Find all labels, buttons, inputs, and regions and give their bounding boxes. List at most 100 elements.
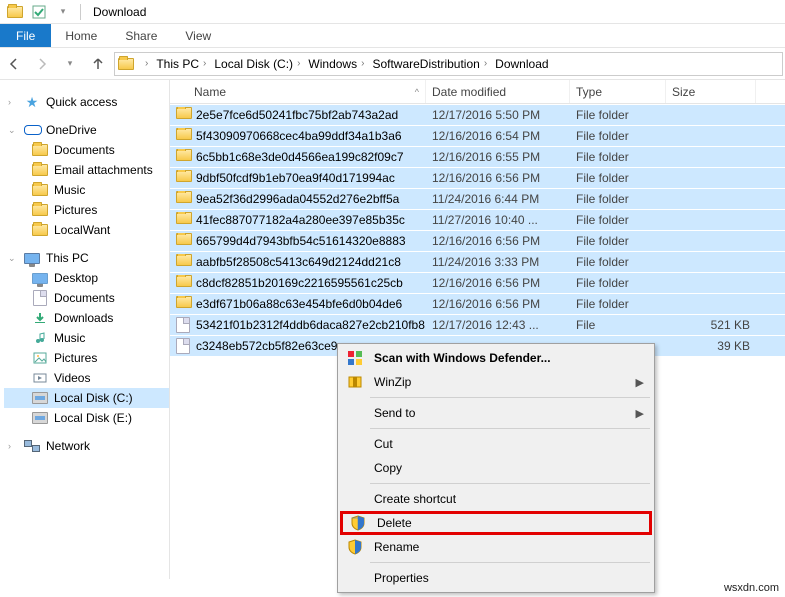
sidebar-onedrive-documents[interactable]: Documents	[4, 140, 169, 160]
menu-properties[interactable]: Properties	[340, 566, 652, 590]
star-icon: ★	[24, 94, 40, 110]
crumb-sd[interactable]: SoftwareDistribution›	[368, 53, 491, 75]
sidebar-desktop[interactable]: Desktop	[4, 268, 169, 288]
file-icon	[176, 338, 192, 354]
disk-icon	[32, 410, 48, 426]
qat-folder-icon[interactable]	[4, 1, 26, 23]
table-row[interactable]: 53421f01b2312f4ddb6daca827e2cb210fb8...1…	[170, 314, 785, 335]
folder-icon	[32, 182, 48, 198]
folder-icon	[176, 170, 192, 186]
menu-copy[interactable]: Copy	[340, 456, 652, 480]
sidebar-videos[interactable]: Videos	[4, 368, 169, 388]
sidebar-onedrive-music[interactable]: Music	[4, 180, 169, 200]
videos-icon	[32, 370, 48, 386]
tab-home[interactable]: Home	[51, 24, 111, 47]
submenu-arrow-icon: ▶	[636, 407, 644, 420]
folder-icon	[176, 233, 192, 249]
sidebar-local-disk-e[interactable]: Local Disk (E:)	[4, 408, 169, 428]
monitor-icon	[24, 250, 40, 266]
sidebar-onedrive-pictures[interactable]: Pictures	[4, 200, 169, 220]
recent-button[interactable]: ▾	[58, 52, 82, 76]
file-tab[interactable]: File	[0, 24, 51, 47]
sidebar-onedrive-email[interactable]: Email attachments	[4, 160, 169, 180]
crumb-windows[interactable]: Windows›	[304, 53, 368, 75]
sidebar-local-disk-c[interactable]: Local Disk (C:)	[4, 388, 169, 408]
table-row[interactable]: 41fec887077182a4a280ee397e85b35c11/27/20…	[170, 209, 785, 230]
submenu-arrow-icon: ▶	[636, 376, 644, 389]
tab-view[interactable]: View	[171, 24, 225, 47]
table-row[interactable]: 665799d4d7943bfb54c51614320e888312/16/20…	[170, 230, 785, 251]
shield-icon	[344, 536, 366, 558]
cloud-icon	[24, 122, 40, 138]
folder-icon	[32, 202, 48, 218]
crumb-thispc[interactable]: This PC›	[152, 53, 210, 75]
table-row[interactable]: 6c5bb1c68e3de0d4566ea199c82f09c712/16/20…	[170, 146, 785, 167]
folder-icon	[32, 222, 48, 238]
defender-icon	[344, 347, 366, 369]
tab-share[interactable]: Share	[111, 24, 171, 47]
folder-icon	[176, 128, 192, 144]
sidebar-documents[interactable]: Documents	[4, 288, 169, 308]
watermark: wsxdn.com	[724, 579, 779, 597]
table-row[interactable]: e3df671b06a88c63e454bfe6d0b04de612/16/20…	[170, 293, 785, 314]
folder-icon	[176, 149, 192, 165]
folder-icon	[176, 275, 192, 291]
navigation-pane: ›★ Quick access ⌄ OneDrive Documents Ema…	[0, 80, 170, 579]
navigation-bar: ▾ › This PC› Local Disk (C:)› Windows› S…	[0, 48, 785, 80]
column-name[interactable]: Name	[194, 85, 226, 99]
sidebar-quick-access[interactable]: ›★ Quick access	[4, 92, 169, 112]
menu-delete[interactable]: Delete	[340, 511, 652, 535]
sidebar-onedrive[interactable]: ⌄ OneDrive	[4, 120, 169, 140]
folder-icon	[32, 162, 48, 178]
sidebar-pictures[interactable]: Pictures	[4, 348, 169, 368]
crumb-chevron[interactable]: ›	[137, 53, 152, 75]
column-date[interactable]: Date modified	[426, 80, 570, 103]
column-size[interactable]: Size	[666, 80, 756, 103]
table-row[interactable]: 9dbf50fcdf9b1eb70ea9f40d171994ac12/16/20…	[170, 167, 785, 188]
breadcrumb[interactable]: › This PC› Local Disk (C:)› Windows› Sof…	[114, 52, 783, 76]
table-row[interactable]: 2e5e7fce6d50241fbc75bf2ab743a2ad12/17/20…	[170, 104, 785, 125]
crumb-download[interactable]: Download	[491, 53, 552, 75]
disk-icon	[32, 390, 48, 406]
winzip-icon	[344, 371, 366, 393]
menu-send-to[interactable]: Send to▶	[340, 401, 652, 425]
table-row[interactable]: 9ea52f36d2996ada04552d276e2bff5a11/24/20…	[170, 188, 785, 209]
downloads-icon	[32, 310, 48, 326]
file-icon	[176, 317, 192, 333]
folder-icon	[176, 254, 192, 270]
sidebar-network[interactable]: › Network	[4, 436, 169, 456]
menu-scan-defender[interactable]: Scan with Windows Defender...	[340, 346, 652, 370]
window-title: Download	[93, 5, 146, 19]
menu-cut[interactable]: Cut	[340, 432, 652, 456]
folder-icon	[176, 107, 192, 123]
folder-icon	[32, 142, 48, 158]
title-bar: ▾ Download	[0, 0, 785, 24]
folder-icon	[176, 212, 192, 228]
table-row[interactable]: 5f43090970668cec4ba99ddf34a1b3a612/16/20…	[170, 125, 785, 146]
menu-winzip[interactable]: WinZip▶	[340, 370, 652, 394]
ribbon: File Home Share View	[0, 24, 785, 48]
qat-properties-icon[interactable]	[28, 1, 50, 23]
menu-create-shortcut[interactable]: Create shortcut	[340, 487, 652, 511]
table-row[interactable]: c8dcf82851b20169c2216595561c25cb12/16/20…	[170, 272, 785, 293]
breadcrumb-folder-icon	[117, 55, 135, 73]
context-menu: Scan with Windows Defender... WinZip▶ Se…	[337, 343, 655, 593]
crumb-c[interactable]: Local Disk (C:)›	[210, 53, 304, 75]
sidebar-music[interactable]: Music	[4, 328, 169, 348]
column-headers[interactable]: Name^ Date modified Type Size	[170, 80, 785, 104]
folder-icon	[176, 296, 192, 312]
sidebar-onedrive-localwant[interactable]: LocalWant	[4, 220, 169, 240]
menu-rename[interactable]: Rename	[340, 535, 652, 559]
music-icon	[32, 330, 48, 346]
up-button[interactable]	[86, 52, 110, 76]
sidebar-this-pc[interactable]: ⌄ This PC	[4, 248, 169, 268]
back-button[interactable]	[2, 52, 26, 76]
table-row[interactable]: aabfb5f28508c5413c649d2124dd21c811/24/20…	[170, 251, 785, 272]
shield-icon	[347, 512, 369, 534]
forward-button[interactable]	[30, 52, 54, 76]
qat-chevron-icon[interactable]: ▾	[52, 1, 74, 23]
sidebar-downloads[interactable]: Downloads	[4, 308, 169, 328]
desktop-icon	[32, 270, 48, 286]
column-type[interactable]: Type	[570, 80, 666, 103]
folder-icon	[176, 191, 192, 207]
